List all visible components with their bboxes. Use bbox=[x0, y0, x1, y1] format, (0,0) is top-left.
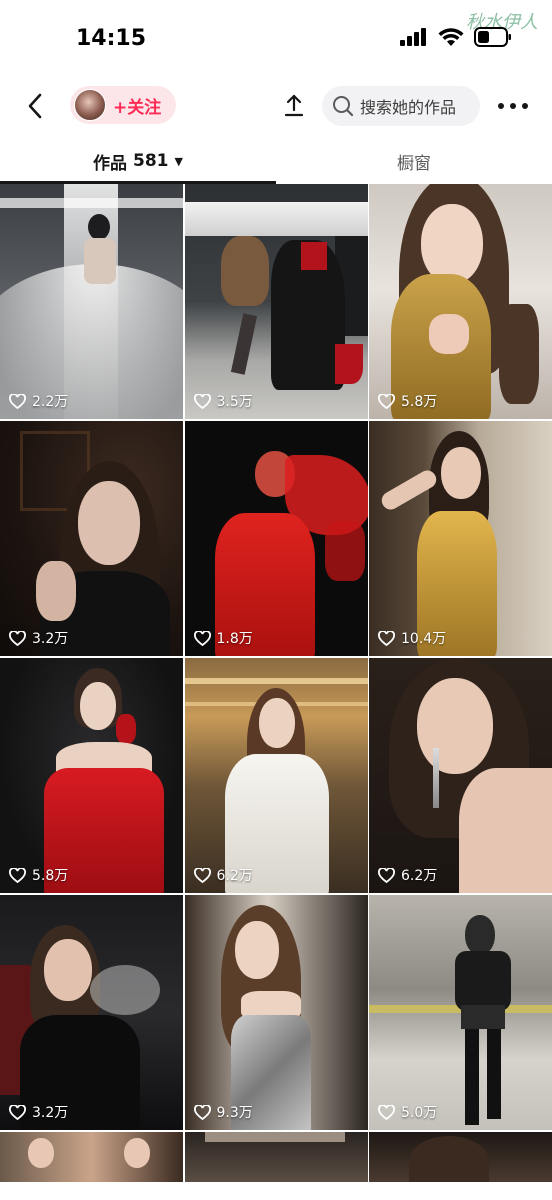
video-thumbnail[interactable]: 9.3万 bbox=[184, 895, 368, 1130]
video-thumbnail[interactable] bbox=[369, 1132, 552, 1182]
tab-works-label: 作品 bbox=[93, 153, 128, 174]
avatar[interactable] bbox=[74, 89, 106, 121]
like-count: 10.4万 bbox=[378, 628, 446, 648]
more-icon-dot bbox=[510, 103, 516, 109]
battery-icon bbox=[474, 27, 511, 47]
like-count: 5.8万 bbox=[9, 865, 68, 885]
like-count: 5.8万 bbox=[378, 391, 437, 411]
heart-icon bbox=[9, 630, 26, 646]
heart-icon bbox=[9, 393, 26, 409]
like-count: 6.2万 bbox=[378, 865, 437, 885]
video-thumbnail[interactable]: 2.2万 bbox=[0, 184, 183, 419]
like-count: 2.2万 bbox=[9, 391, 68, 411]
video-thumbnail[interactable]: 5.8万 bbox=[0, 658, 183, 893]
signal-icon bbox=[400, 28, 426, 46]
like-count-text: 6.2万 bbox=[401, 868, 438, 884]
tab-showcase-label: 橱窗 bbox=[397, 153, 431, 174]
video-grid: 2.2万 3.5万 5.8万 3.2万 1.8万 10.4万 5.8万 6.2万… bbox=[0, 184, 552, 1182]
like-count-text: 3.2万 bbox=[32, 1105, 69, 1121]
video-thumbnail[interactable]: 1.8万 bbox=[184, 421, 368, 656]
video-thumbnail[interactable] bbox=[0, 1132, 183, 1182]
video-thumbnail[interactable]: 3.2万 bbox=[0, 895, 183, 1130]
tab-works[interactable]: 作品 581 ▼ bbox=[0, 138, 276, 184]
like-count-text: 5.0万 bbox=[401, 1105, 438, 1121]
heart-icon bbox=[193, 867, 211, 883]
share-button[interactable] bbox=[280, 92, 308, 120]
video-thumbnail[interactable]: 5.0万 bbox=[369, 895, 552, 1130]
video-thumbnail[interactable] bbox=[184, 1132, 368, 1182]
more-button[interactable] bbox=[498, 94, 528, 118]
heart-icon bbox=[193, 630, 211, 646]
heart-icon bbox=[9, 1104, 26, 1120]
profile-tabs: 作品 581 ▼ 橱窗 bbox=[0, 138, 552, 184]
top-nav: +关注 搜索她的作品 bbox=[0, 80, 552, 132]
like-count: 3.5万 bbox=[193, 391, 253, 411]
video-thumbnail[interactable]: 10.4万 bbox=[369, 421, 552, 656]
caret-down-icon: ▼ bbox=[174, 154, 183, 168]
video-thumbnail[interactable]: 3.2万 bbox=[0, 421, 183, 656]
video-thumbnail[interactable]: 5.8万 bbox=[369, 184, 552, 419]
like-count: 3.2万 bbox=[9, 1102, 68, 1122]
tab-works-count: 581 bbox=[133, 151, 169, 171]
tab-showcase[interactable]: 橱窗 bbox=[276, 138, 552, 184]
like-count: 6.2万 bbox=[193, 865, 253, 885]
search-input[interactable]: 搜索她的作品 bbox=[322, 86, 480, 126]
like-count-text: 3.5万 bbox=[216, 394, 253, 410]
share-icon bbox=[284, 94, 304, 117]
follow-label: +关注 bbox=[113, 97, 162, 118]
heart-icon bbox=[193, 393, 211, 409]
like-count-text: 5.8万 bbox=[32, 868, 69, 884]
like-count-text: 5.8万 bbox=[401, 394, 438, 410]
follow-button[interactable]: +关注 bbox=[70, 86, 176, 124]
like-count-text: 9.3万 bbox=[216, 1105, 253, 1121]
video-thumbnail[interactable]: 6.2万 bbox=[184, 658, 368, 893]
like-count-text: 3.2万 bbox=[32, 631, 69, 647]
heart-icon bbox=[378, 1104, 395, 1120]
status-icons bbox=[400, 27, 512, 47]
heart-icon bbox=[9, 867, 26, 883]
search-placeholder: 搜索她的作品 bbox=[360, 98, 457, 117]
like-count: 1.8万 bbox=[193, 628, 253, 648]
heart-icon bbox=[378, 867, 395, 883]
wifi-icon bbox=[438, 27, 464, 46]
like-count: 9.3万 bbox=[193, 1102, 253, 1122]
video-thumbnail[interactable]: 6.2万 bbox=[369, 658, 552, 893]
like-count-text: 2.2万 bbox=[32, 394, 69, 410]
more-icon-dot bbox=[498, 103, 504, 109]
search-icon bbox=[333, 96, 354, 117]
video-thumbnail[interactable]: 3.5万 bbox=[184, 184, 368, 419]
like-count-text: 6.2万 bbox=[216, 868, 253, 884]
status-bar: 14:15 秋水伊人 bbox=[0, 0, 552, 80]
back-button[interactable] bbox=[20, 90, 50, 122]
heart-icon bbox=[378, 630, 395, 646]
heart-icon bbox=[193, 1104, 211, 1120]
like-count: 5.0万 bbox=[378, 1102, 437, 1122]
back-arrow-icon bbox=[28, 93, 42, 119]
heart-icon bbox=[378, 393, 395, 409]
like-count-text: 10.4万 bbox=[401, 631, 447, 647]
status-time: 14:15 bbox=[76, 26, 147, 51]
more-icon-dot bbox=[522, 103, 528, 109]
like-count-text: 1.8万 bbox=[216, 631, 253, 647]
like-count: 3.2万 bbox=[9, 628, 68, 648]
